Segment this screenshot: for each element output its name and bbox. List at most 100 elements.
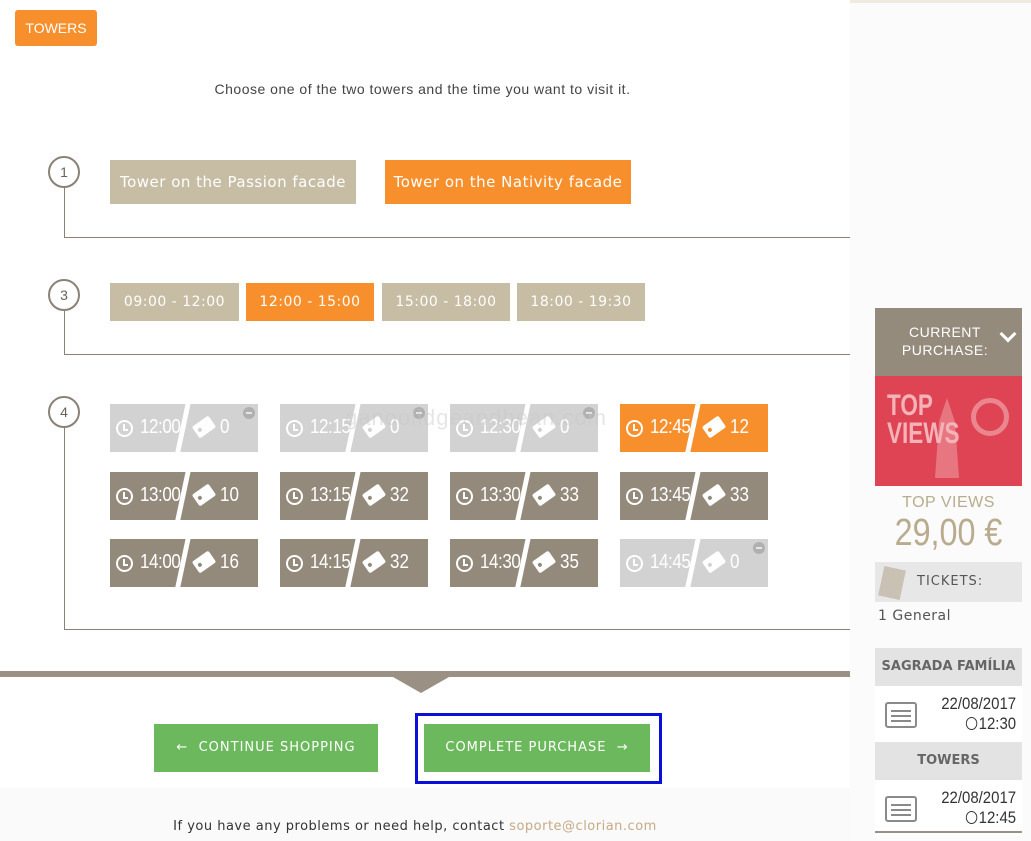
ticket-icon (191, 415, 217, 439)
slot-1430[interactable]: 14:30 35 (450, 539, 598, 587)
slot-time: 14:15 (310, 551, 351, 573)
tickets-label: TICKETS: (917, 574, 984, 589)
ticket-icon (361, 550, 387, 574)
ticket-icon (361, 415, 387, 439)
slot-count: 32 (390, 551, 409, 573)
venue-towers: TOWERS (875, 742, 1022, 780)
promo-line2: VIEWS (887, 417, 960, 450)
chevron-down-icon[interactable] (999, 325, 1017, 343)
ticket-icon (701, 483, 727, 507)
tickets-bar: TICKETS: (875, 562, 1022, 602)
date-text-1: 22/08/2017 12:30 (941, 694, 1016, 734)
slot-1315[interactable]: 13:15 32 (280, 472, 428, 520)
calendar-icon (885, 796, 917, 822)
slot-time: 14:45 (650, 551, 691, 573)
ticket-icon (701, 550, 727, 574)
cart-header-line2: PURCHASE: (901, 342, 989, 358)
clock-icon (116, 488, 133, 505)
slot-time: 13:45 (650, 484, 691, 506)
slot-1415[interactable]: 14:15 32 (280, 539, 428, 587)
slot-1200[interactable]: 12:00 0 (110, 404, 258, 452)
cart-header-line1: CURRENT (909, 324, 981, 340)
slot-1215[interactable]: 12:15 0 (280, 404, 428, 452)
cart-header[interactable]: CURRENT PURCHASE: (875, 308, 1022, 376)
slot-time: 13:30 (480, 484, 521, 506)
slot-1245[interactable]: 12:45 12 (620, 404, 768, 452)
slot-count: 0 (220, 416, 230, 438)
ticket-icon (361, 483, 387, 507)
clock-icon (965, 717, 977, 730)
ticket-icon (531, 483, 557, 507)
clock-icon (116, 555, 133, 572)
highlight-box (415, 713, 662, 784)
step-4-line (64, 428, 850, 630)
footer: If you have any problems or need help, c… (0, 819, 830, 834)
clock-icon (286, 488, 303, 505)
slot-time: 12:30 (480, 416, 521, 438)
slot-1345[interactable]: 13:45 33 (620, 472, 768, 520)
slot-count: 33 (560, 484, 579, 506)
slot-1400[interactable]: 14:00 16 (110, 539, 258, 587)
clock-icon (456, 555, 473, 572)
main-panel: TOWERS Choose one of the two towers and … (0, 0, 850, 841)
slot-count: 10 (220, 484, 239, 506)
ticket-icon (531, 415, 557, 439)
minus-circle-icon (413, 407, 425, 419)
range-button-1200[interactable]: 12:00 - 15:00 (246, 283, 374, 321)
ticket-icon (191, 483, 217, 507)
date-row-1: 22/08/2017 12:30 (875, 686, 1022, 742)
slot-time: 14:00 (140, 551, 181, 573)
clock-icon (626, 488, 643, 505)
slot-time: 14:30 (480, 551, 521, 573)
range-button-1800[interactable]: 18:00 - 19:30 (517, 283, 645, 321)
clock-icon (626, 420, 643, 437)
time-1: 12:30 (978, 714, 1016, 733)
venue-sagrada-familia: SAGRADA FAMÍLIA (875, 648, 1022, 686)
slot-1300[interactable]: 13:00 10 (110, 472, 258, 520)
tower-nativity-button[interactable]: Tower on the Nativity facade (385, 160, 631, 204)
minus-circle-icon (243, 407, 255, 419)
arrow-left-icon: ← (176, 740, 189, 755)
time-2: 12:45 (978, 808, 1016, 827)
headphones-graphic (971, 398, 1009, 436)
clock-icon (626, 555, 643, 572)
towers-tab[interactable]: TOWERS (15, 10, 97, 46)
slot-time: 12:00 (140, 416, 181, 438)
slot-count: 0 (390, 416, 400, 438)
range-button-0900[interactable]: 09:00 - 12:00 (110, 283, 239, 321)
range-button-1500[interactable]: 15:00 - 18:00 (382, 283, 510, 321)
clock-icon (286, 555, 303, 572)
step-4-badge: 4 (48, 396, 80, 428)
step-3-badge: 3 (48, 279, 80, 311)
intro-text: Choose one of the two towers and the tim… (214, 81, 631, 97)
date-2: 22/08/2017 (941, 788, 1016, 807)
slot-count: 0 (730, 551, 740, 573)
support-email-link[interactable]: soporte@clorian.com (509, 819, 657, 834)
cart-bottom-line (875, 831, 1022, 833)
time-2-row: 12:45 (941, 808, 1016, 828)
slot-count: 16 (220, 551, 239, 573)
ticket-icon (531, 550, 557, 574)
clock-icon (456, 420, 473, 437)
slot-1330[interactable]: 13:30 33 (450, 472, 598, 520)
ticket-icon (878, 566, 906, 600)
calendar-icon (885, 702, 917, 728)
date-1: 22/08/2017 (941, 694, 1016, 713)
clock-icon (456, 488, 473, 505)
slot-count: 12 (730, 416, 749, 438)
step-1-badge: 1 (48, 156, 80, 188)
continue-shopping-button[interactable]: ← CONTINUE SHOPPING (154, 724, 378, 772)
minus-circle-icon (583, 407, 595, 419)
minus-circle-icon (753, 542, 765, 554)
slot-time: 12:45 (650, 416, 691, 438)
footer-text: If you have any problems or need help, c… (173, 819, 510, 834)
slot-1445[interactable]: 14:45 0 (620, 539, 768, 587)
ticket-icon (191, 550, 217, 574)
tower-passion-button[interactable]: Tower on the Passion facade (110, 160, 356, 204)
slot-count: 32 (390, 484, 409, 506)
slot-time: 12:15 (310, 416, 351, 438)
clock-icon (965, 811, 977, 824)
promo-line1: TOP (887, 389, 933, 422)
slot-count: 0 (560, 416, 570, 438)
slot-1230[interactable]: 12:30 0 (450, 404, 598, 452)
